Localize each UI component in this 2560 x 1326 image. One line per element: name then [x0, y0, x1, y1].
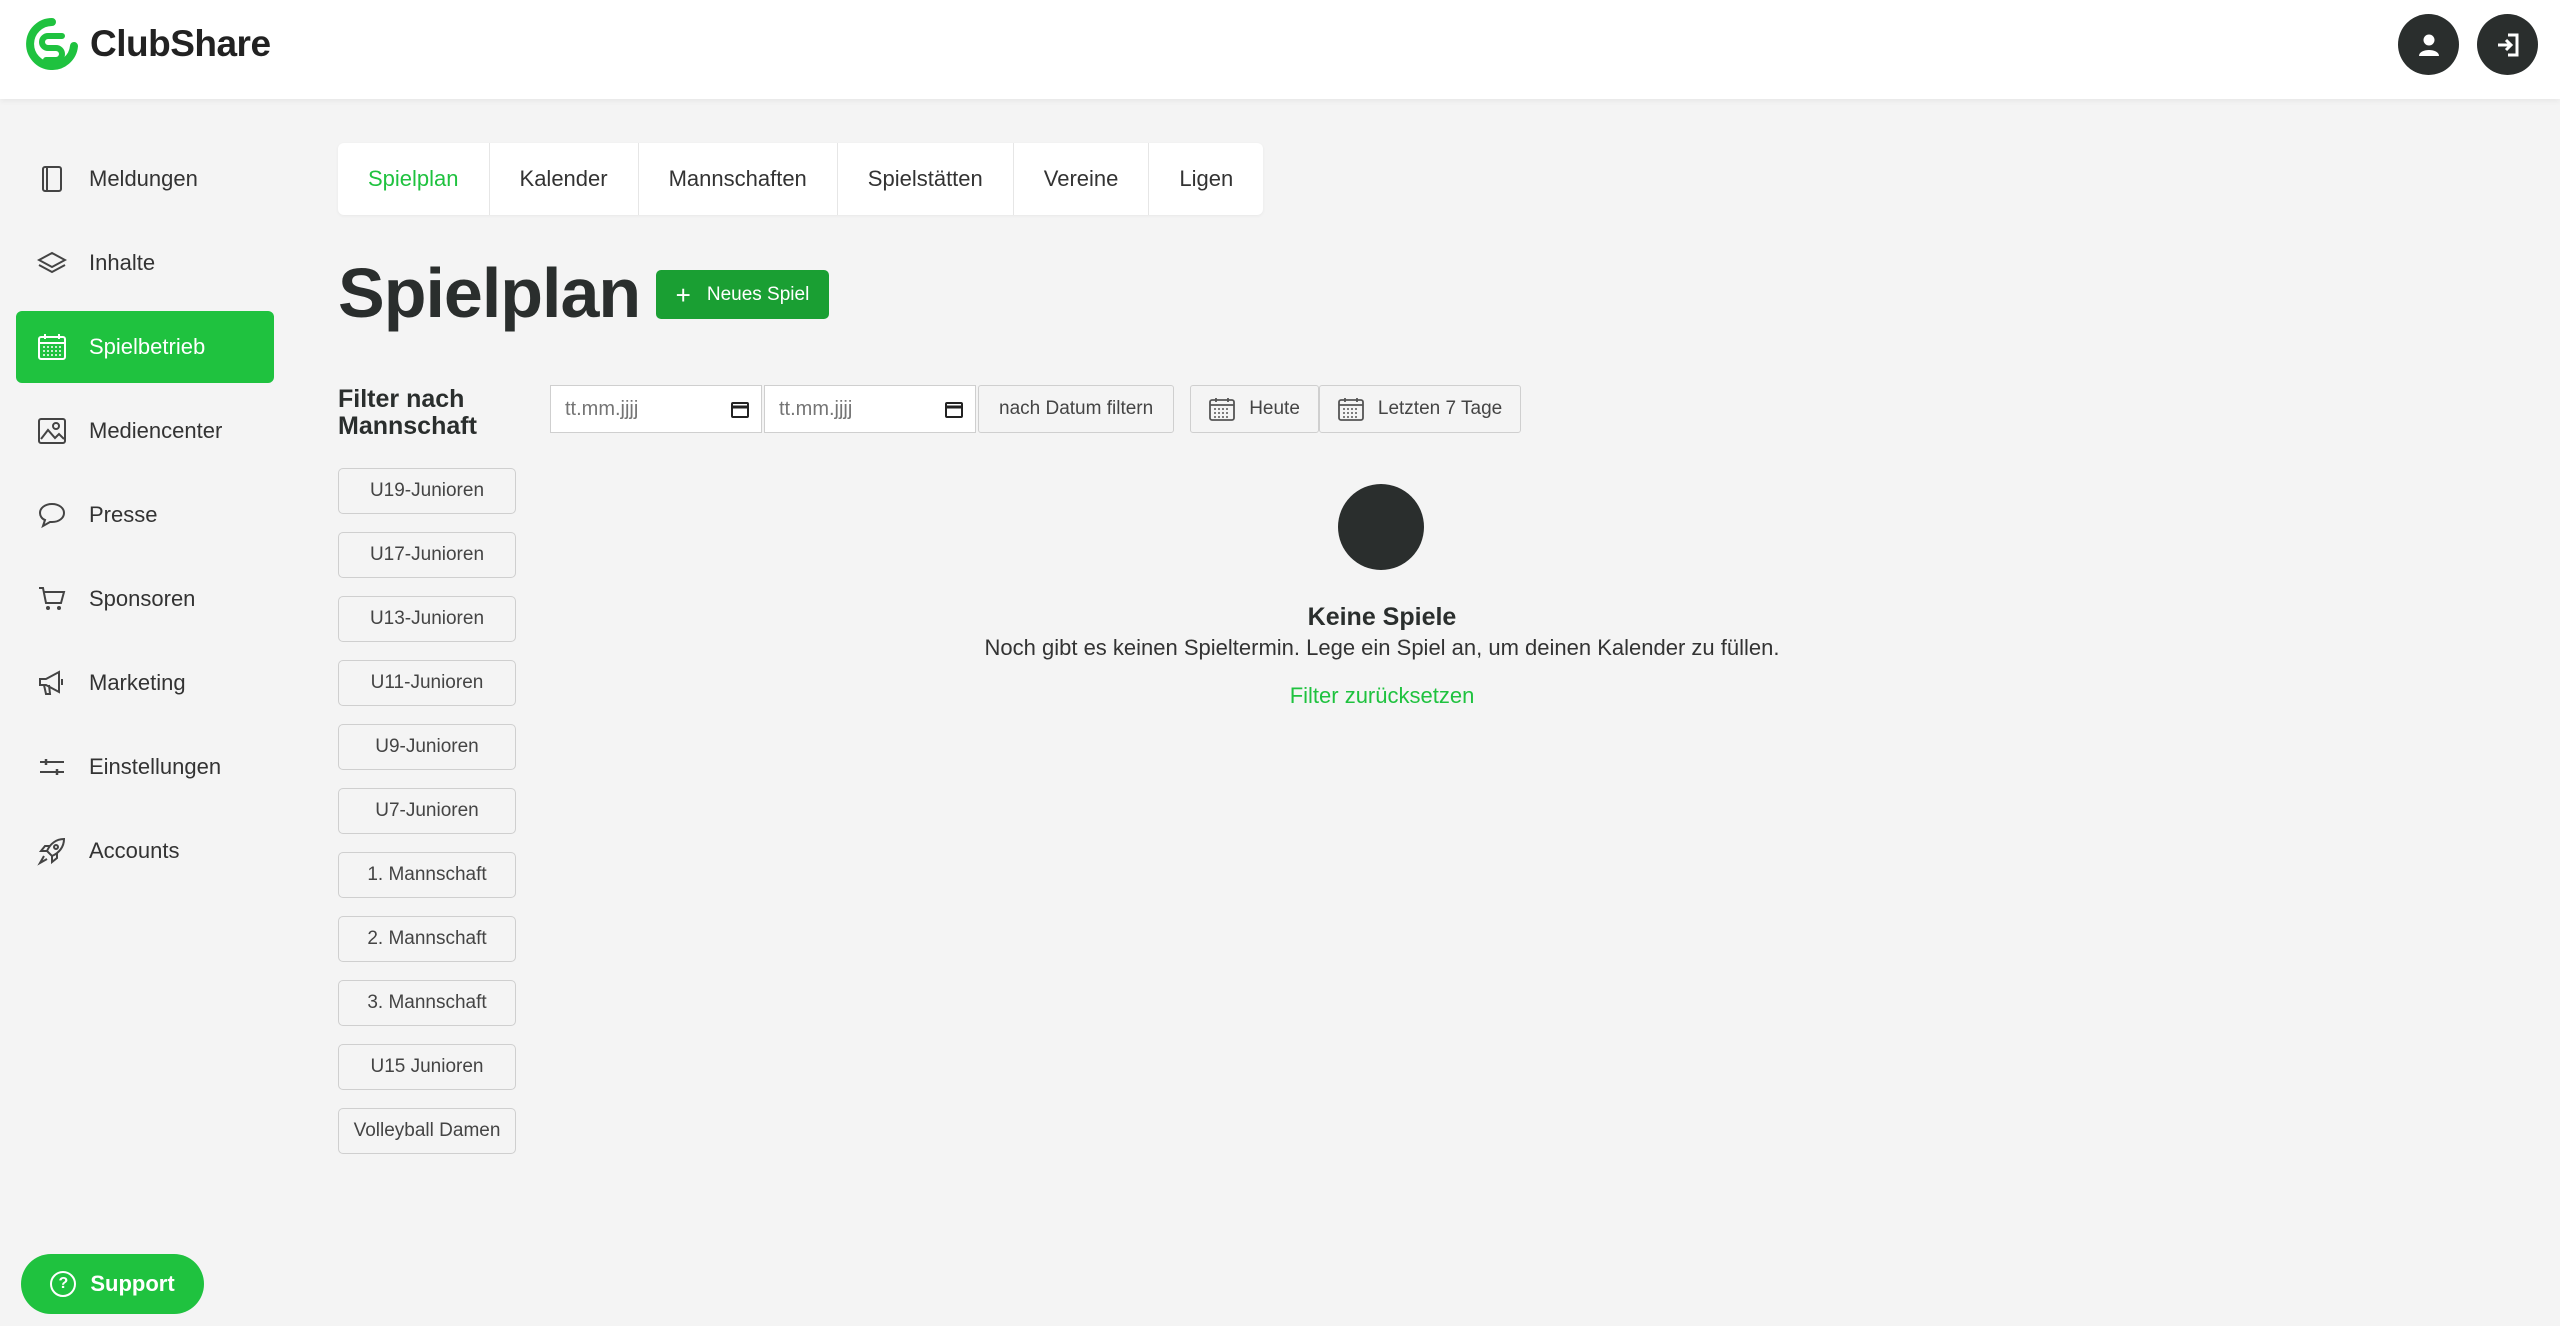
tab-ligen[interactable]: Ligen	[1149, 143, 1263, 215]
date-from-input[interactable]	[563, 396, 717, 422]
sidebar-item-label: Spielbetrieb	[89, 334, 206, 359]
team-filter-button[interactable]: 2. Mannschaft	[338, 916, 516, 962]
last-7-days-button[interactable]: Letzten 7 Tage	[1318, 385, 1522, 433]
team-filter-button[interactable]: U13-Junioren	[338, 596, 516, 642]
sidebar-item-accounts[interactable]: Accounts	[16, 815, 274, 887]
plus-icon: +	[675, 279, 691, 310]
speech-bubble-icon	[36, 499, 68, 531]
team-filter-button[interactable]: Volleyball Damen	[338, 1108, 516, 1154]
empty-state-icon	[1338, 484, 1424, 570]
sidebar-item-label: Inhalte	[89, 250, 156, 275]
calendar-icon	[1209, 397, 1236, 421]
sidebar-item-sponsoren[interactable]: Sponsoren	[16, 563, 274, 635]
page-title: Spielplan	[338, 254, 641, 332]
today-button[interactable]: Heute	[1190, 385, 1319, 433]
calendar-picker-icon[interactable]	[731, 400, 749, 418]
team-filter-button[interactable]: U9-Junioren	[338, 724, 516, 770]
date-to-field[interactable]	[764, 385, 976, 433]
sidebar-item-presse[interactable]: Presse	[16, 479, 274, 551]
date-filter-row: nach Datum filtern Heute Letzten 7 Tage	[550, 385, 1522, 433]
help-icon: ?	[50, 1271, 77, 1297]
team-filter-button[interactable]: U19-Junioren	[338, 468, 516, 514]
sidebar-item-label: Sponsoren	[89, 586, 196, 611]
user-icon	[2418, 34, 2439, 56]
top-bar: ClubShare	[0, 0, 2560, 99]
sidebar-item-label: Mediencenter	[89, 418, 223, 443]
team-filter-list: U19-Junioren U17-Junioren U13-Junioren U…	[338, 468, 516, 1172]
sliders-icon	[36, 751, 68, 783]
support-button[interactable]: ? Support	[21, 1254, 204, 1314]
cart-icon	[36, 583, 68, 615]
date-filter-button[interactable]: nach Datum filtern	[978, 385, 1175, 433]
image-icon	[36, 415, 68, 447]
team-filter-button[interactable]: U17-Junioren	[338, 532, 516, 578]
tab-bar: Spielplan Kalender Mannschaften Spielstä…	[338, 143, 1264, 215]
rocket-icon	[36, 835, 68, 867]
sidebar-item-marketing[interactable]: Marketing	[16, 647, 274, 719]
date-to-input[interactable]	[777, 396, 931, 422]
logout-button[interactable]	[2477, 14, 2538, 75]
filter-heading: Filter nach Mannschaft	[338, 385, 477, 440]
new-game-label: Neues Spiel	[706, 283, 810, 305]
sidebar-item-label: Einstellungen	[89, 754, 222, 779]
tab-mannschaften[interactable]: Mannschaften	[639, 143, 838, 215]
sidebar: Meldungen Inhalte Spielbetrieb Mediencen…	[16, 143, 274, 899]
megaphone-icon	[36, 667, 68, 699]
team-filter-button[interactable]: 3. Mannschaft	[338, 980, 516, 1026]
sidebar-item-label: Marketing	[89, 670, 186, 695]
team-filter-button[interactable]: U15 Junioren	[338, 1044, 516, 1090]
logo[interactable]: ClubShare	[26, 18, 271, 70]
user-button[interactable]	[2398, 14, 2459, 75]
tab-spielstaetten[interactable]: Spielstätten	[838, 143, 1014, 215]
support-label: Support	[90, 1271, 175, 1296]
reset-filter-link[interactable]: Filter zurücksetzen	[1182, 683, 1582, 709]
sidebar-item-inhalte[interactable]: Inhalte	[16, 227, 274, 299]
team-filter-button[interactable]: U11-Junioren	[338, 660, 516, 706]
calendar-icon	[36, 331, 68, 363]
tab-vereine[interactable]: Vereine	[1014, 143, 1150, 215]
sidebar-item-label: Meldungen	[89, 166, 198, 191]
logout-icon	[2497, 33, 2518, 56]
last-7-days-label: Letzten 7 Tage	[1377, 398, 1503, 419]
team-filter-button[interactable]: 1. Mannschaft	[338, 852, 516, 898]
sidebar-item-mediencenter[interactable]: Mediencenter	[16, 395, 274, 467]
today-label: Heute	[1249, 398, 1300, 419]
date-from-field[interactable]	[550, 385, 762, 433]
clubshare-logo-icon	[26, 18, 78, 70]
empty-state-title: Keine Spiele	[1307, 603, 1457, 631]
calendar-icon	[1337, 397, 1364, 421]
tab-kalender[interactable]: Kalender	[490, 143, 639, 215]
book-icon	[36, 163, 68, 195]
sidebar-item-meldungen[interactable]: Meldungen	[16, 143, 274, 215]
layers-icon	[36, 247, 68, 279]
sidebar-item-label: Presse	[89, 502, 158, 527]
sidebar-item-label: Accounts	[89, 838, 180, 863]
sidebar-item-spielbetrieb[interactable]: Spielbetrieb	[16, 311, 274, 383]
tab-spielplan[interactable]: Spielplan	[338, 143, 490, 215]
empty-state-text: Noch gibt es keinen Spieltermin. Lege ei…	[984, 635, 1780, 660]
new-game-button[interactable]: + Neues Spiel	[656, 270, 829, 319]
app-name: ClubShare	[90, 23, 271, 64]
calendar-picker-icon[interactable]	[945, 400, 963, 418]
sidebar-item-einstellungen[interactable]: Einstellungen	[16, 731, 274, 803]
team-filter-button[interactable]: U7-Junioren	[338, 788, 516, 834]
